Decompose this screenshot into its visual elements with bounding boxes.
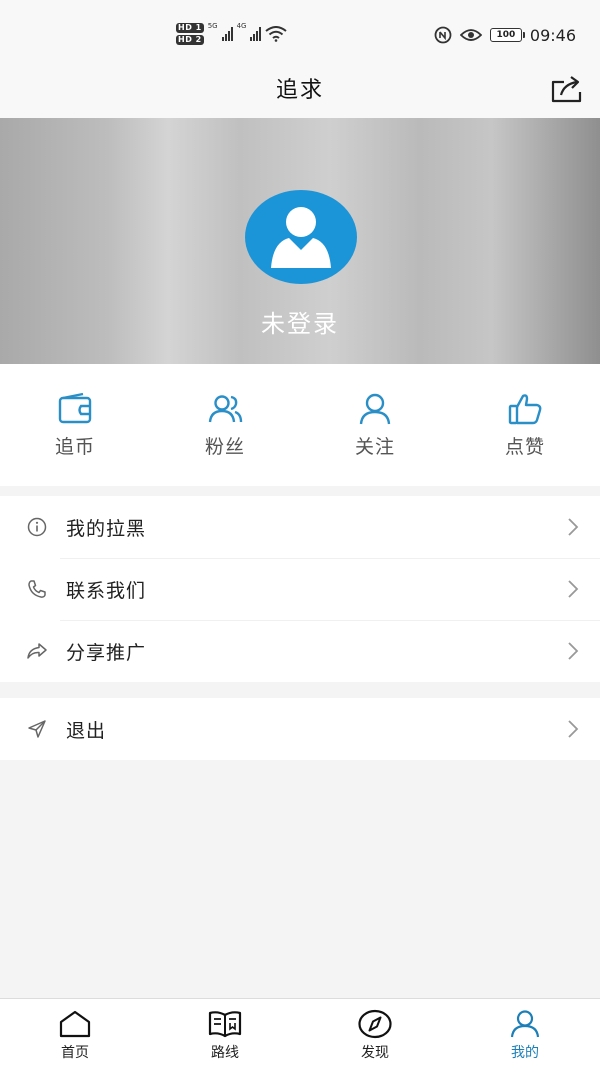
stat-fans[interactable]: 粉丝 [150, 364, 300, 486]
eye-icon [459, 29, 482, 41]
status-right: 100 09:46 [434, 24, 576, 46]
nav-bar: 追求 [0, 58, 600, 118]
page-title: 追求 [275, 78, 324, 103]
chevron-right-icon [568, 580, 579, 598]
battery-icon: 100 [489, 28, 525, 42]
user-icon [359, 393, 391, 425]
tab-label: 我的 [511, 1045, 539, 1061]
menu-item-contact[interactable]: 联系我们 [0, 558, 600, 620]
stat-label: 追币 [54, 436, 95, 458]
status-time: 09:46 [529, 25, 576, 45]
menu-label: 联系我们 [66, 579, 147, 602]
phone-icon [28, 580, 46, 598]
share-icon[interactable] [550, 74, 584, 104]
thumbs-up-icon [508, 394, 542, 425]
tab-label: 路线 [211, 1045, 239, 1061]
network2-label: 4G [236, 22, 247, 30]
stats-row: 追币 粉丝 关注 点赞 [0, 364, 600, 486]
menu-item-blocklist[interactable]: 我的拉黑 [0, 496, 600, 558]
tab-label: 发现 [361, 1045, 389, 1061]
status-left: HD 1 HD 2 5G 4G [176, 20, 288, 48]
stat-label: 点赞 [504, 436, 545, 458]
menu-group-1: 我的拉黑 联系我们 分享推广 [0, 496, 600, 682]
signal-icon [221, 27, 233, 41]
tab-discover[interactable]: 发现 [300, 999, 450, 1067]
tab-route[interactable]: 路线 [150, 999, 300, 1067]
menu-label: 分享推广 [66, 641, 147, 664]
stat-label: 粉丝 [204, 436, 245, 458]
user-avatar-icon[interactable] [245, 190, 357, 284]
stat-coins[interactable]: 追币 [0, 364, 150, 486]
menu-item-share[interactable]: 分享推广 [0, 620, 600, 682]
sim-indicators: HD 1 HD 2 [176, 23, 204, 45]
signal-icon-2 [250, 27, 262, 41]
status-bar: HD 1 HD 2 5G 4G 100 09:46 [0, 0, 600, 58]
battery-level: 100 [496, 30, 516, 40]
login-status[interactable]: 未登录 [0, 304, 600, 339]
menu-group-2: 退出 [0, 698, 600, 760]
sim2-badge: HD 2 [176, 35, 204, 45]
wifi-icon [265, 26, 288, 42]
stat-likes[interactable]: 点赞 [450, 364, 600, 486]
book-icon [208, 1011, 242, 1038]
send-icon [28, 720, 46, 738]
info-icon [27, 517, 47, 537]
stat-following[interactable]: 关注 [300, 364, 450, 486]
profile-header: 未登录 [0, 118, 600, 364]
chevron-right-icon [568, 518, 579, 536]
sim1-badge: HD 1 [176, 23, 204, 33]
tab-label: 首页 [61, 1045, 89, 1061]
menu-label: 我的拉黑 [66, 517, 147, 540]
menu-item-logout[interactable]: 退出 [0, 698, 600, 760]
compass-icon [358, 1009, 392, 1039]
tab-mine[interactable]: 我的 [450, 999, 600, 1067]
network1-label: 5G [207, 22, 218, 30]
home-icon [59, 1010, 91, 1038]
stat-label: 关注 [354, 436, 395, 458]
chevron-right-icon [568, 642, 579, 660]
user-icon [510, 1010, 540, 1038]
chevron-right-icon [568, 720, 579, 738]
tab-bar: 首页 路线 发现 我的 [0, 998, 600, 1067]
nfc-icon [434, 26, 452, 44]
tab-home[interactable]: 首页 [0, 999, 150, 1067]
menu-label: 退出 [66, 719, 107, 742]
users-icon [208, 395, 243, 423]
wallet-icon [58, 392, 92, 424]
share-arrow-icon [27, 643, 47, 659]
